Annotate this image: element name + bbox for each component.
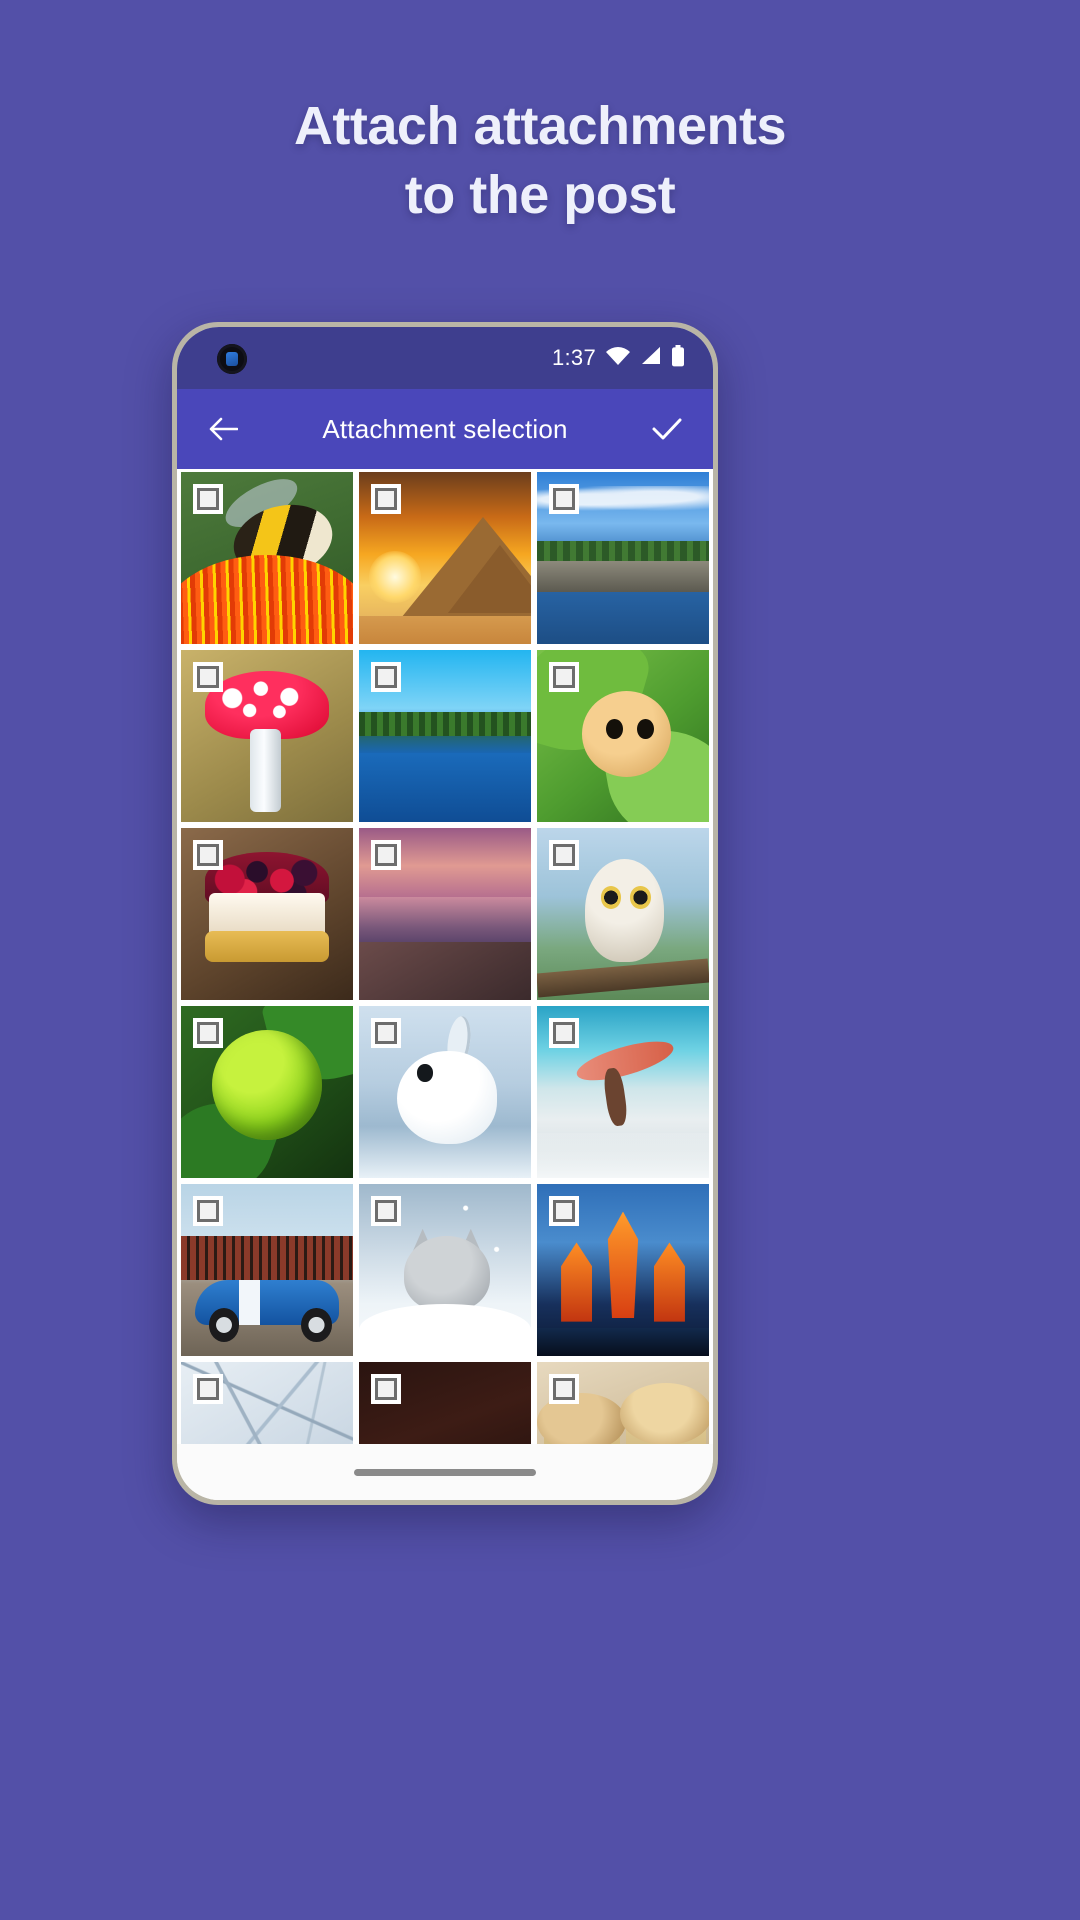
- wifi-icon: [605, 346, 631, 371]
- promo-heading-line-1: Attach attachments: [293, 96, 787, 156]
- phone-mockup-frame: 1:37 Attachment selection: [172, 322, 718, 1505]
- home-gesture-pill-icon[interactable]: [354, 1468, 536, 1476]
- attachment-checkbox-blue-lake-forest[interactable]: [371, 662, 401, 692]
- attachment-checkbox-arctic-hare-in-snow[interactable]: [371, 1018, 401, 1048]
- attachment-checkbox-cat-in-snowy-clouds[interactable]: [371, 1196, 401, 1226]
- battery-icon: [671, 344, 685, 372]
- attachment-grid: [177, 472, 713, 1444]
- attachment-checkbox-frosty-branches[interactable]: [193, 1374, 223, 1404]
- attachment-checkbox-berry-cake[interactable]: [193, 840, 223, 870]
- attachment-checkbox-muffins[interactable]: [549, 1374, 579, 1404]
- status-bar-clock: 1:37: [551, 345, 596, 370]
- attachment-checkbox-pyramids-at-sunset[interactable]: [371, 484, 401, 514]
- page-title: Attachment selection: [322, 413, 568, 444]
- attachment-thumbnail-bumblebee-on-orange-flower[interactable]: [181, 472, 353, 644]
- attachment-checkbox-illuminated-cathedral[interactable]: [549, 1196, 579, 1226]
- attachment-thumbnail-rocky-lake-shore[interactable]: [537, 472, 709, 644]
- attachment-checkbox-green-osage-fruit[interactable]: [193, 1018, 223, 1048]
- attachment-thumbnail-blue-classic-car[interactable]: [181, 1184, 353, 1356]
- attachment-thumbnail-berry-cake[interactable]: [181, 828, 353, 1000]
- attachment-thumbnail-green-osage-fruit[interactable]: [181, 1006, 353, 1178]
- status-bar: 1:37: [177, 327, 713, 389]
- attachment-checkbox-bumblebee-on-orange-flower[interactable]: [193, 484, 223, 514]
- cellular-signal-icon: [640, 346, 662, 371]
- attachment-checkbox-red-fly-agaric-mushroom[interactable]: [193, 662, 223, 692]
- promo-screenshot-canvas: Attach attachments to the post 1:37 Atta…: [0, 0, 1080, 1920]
- attachment-thumbnail-dormouse-on-leaves[interactable]: [537, 650, 709, 822]
- attachment-thumbnail-pyramids-at-sunset[interactable]: [359, 472, 531, 644]
- promo-heading-line-2: to the post: [404, 165, 676, 226]
- back-arrow-icon[interactable]: [197, 403, 249, 455]
- attachment-thumbnail-surfer-on-beach[interactable]: [537, 1006, 709, 1178]
- attachment-thumbnail-pink-dusk-coast[interactable]: [359, 828, 531, 1000]
- attachment-checkbox-surfer-on-beach[interactable]: [549, 1018, 579, 1048]
- attachment-checkbox-dormouse-on-leaves[interactable]: [549, 662, 579, 692]
- attachment-thumbnail-illuminated-cathedral[interactable]: [537, 1184, 709, 1356]
- attachment-thumbnail-blue-lake-forest[interactable]: [359, 650, 531, 822]
- attachment-checkbox-pink-dusk-coast[interactable]: [371, 840, 401, 870]
- attachment-thumbnail-muffins[interactable]: [537, 1362, 709, 1444]
- attachment-thumbnail-arctic-hare-in-snow[interactable]: [359, 1006, 531, 1178]
- phone-screen: 1:37 Attachment selection: [177, 327, 713, 1500]
- attachment-checkbox-blue-classic-car[interactable]: [193, 1196, 223, 1226]
- attachment-thumbnail-owlet-on-branch[interactable]: [537, 828, 709, 1000]
- attachment-thumbnail-red-fly-agaric-mushroom[interactable]: [181, 650, 353, 822]
- punch-hole-camera-icon: [217, 344, 247, 374]
- attachment-thumbnail-green-frog-on-dark[interactable]: [359, 1362, 531, 1444]
- attachment-checkbox-rocky-lake-shore[interactable]: [549, 484, 579, 514]
- attachment-checkbox-owlet-on-branch[interactable]: [549, 840, 579, 870]
- attachment-checkbox-green-frog-on-dark[interactable]: [371, 1374, 401, 1404]
- system-navigation-bar: [177, 1444, 713, 1500]
- attachment-thumbnail-frosty-branches[interactable]: [181, 1362, 353, 1444]
- app-bar: Attachment selection: [177, 389, 713, 469]
- checkmark-icon[interactable]: [641, 403, 693, 455]
- attachment-thumbnail-cat-in-snowy-clouds[interactable]: [359, 1184, 531, 1356]
- promo-heading: Attach attachments to the post: [0, 92, 1080, 230]
- attachment-grid-scroll-area[interactable]: [177, 469, 713, 1444]
